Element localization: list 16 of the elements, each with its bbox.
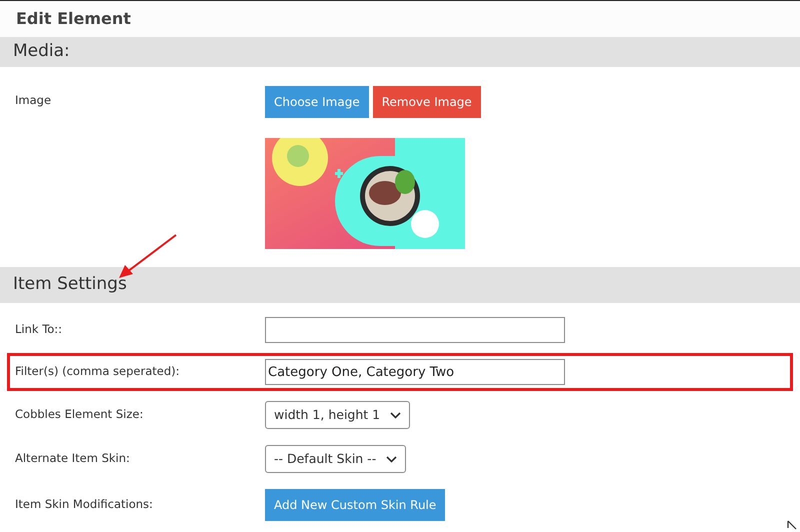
select-field[interactable]: width 1, height 1 (265, 401, 410, 429)
chevron-down-icon (386, 456, 398, 462)
input-field[interactable] (265, 317, 565, 343)
section-header: Media: (0, 37, 800, 67)
field-label: Filter(s) (comma seperated): (15, 363, 181, 380)
field-label: Item Skin Modifications: (15, 496, 154, 514)
chevron-down-icon (390, 412, 402, 418)
section-header: Item Settings (0, 267, 800, 303)
field-label: Cobbles Element Size: (15, 406, 144, 424)
select-field[interactable]: -- Default Skin -- (265, 445, 406, 473)
button[interactable]: Remove Image (372, 86, 481, 118)
input-field[interactable]: Category One, Category Two (265, 359, 565, 385)
resize-grip-icon[interactable] (787, 520, 797, 530)
field-label: Link To:: (15, 321, 64, 338)
field-label: Alternate Item Skin: (15, 450, 131, 468)
field-label: Image (15, 92, 52, 109)
